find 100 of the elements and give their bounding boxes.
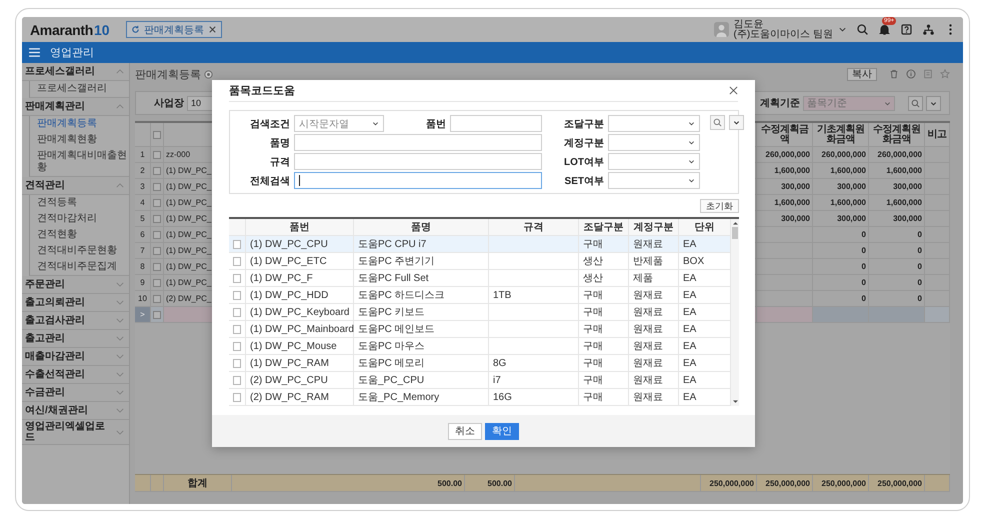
checkbox[interactable] <box>233 256 241 266</box>
avatar-icon[interactable] <box>714 22 729 37</box>
chevron-up-icon <box>116 104 124 109</box>
select-field[interactable] <box>608 115 700 132</box>
checkbox[interactable] <box>233 392 241 402</box>
checkbox[interactable] <box>233 240 241 248</box>
select-field[interactable] <box>608 172 700 189</box>
table-row[interactable]: (1) DW_PC_F 도움PC Full Set 생산 제품 EA <box>229 270 731 287</box>
arrow-up-icon[interactable] <box>732 221 738 225</box>
organization-icon[interactable] <box>922 23 935 36</box>
menu-item[interactable]: 판매계획등록 <box>30 116 129 132</box>
table-row[interactable]: (1) DW_PC_Mouse 도움PC 마우스 구매 원재료 EA <box>229 338 731 355</box>
checkbox[interactable] <box>233 342 241 350</box>
checkbox[interactable] <box>233 308 241 316</box>
checkbox[interactable] <box>153 294 161 302</box>
bell-icon[interactable] <box>878 23 891 36</box>
arrow-down-icon[interactable] <box>732 400 738 404</box>
menu-item[interactable]: 판매계획현황 <box>30 132 129 148</box>
table-cell: (1) DW_PC_CPU <box>246 236 354 253</box>
search-button[interactable] <box>908 96 923 110</box>
menu-group[interactable]: 수출선적관리 <box>22 366 129 384</box>
page-tab[interactable]: 판매계획등록 <box>126 21 222 38</box>
checkbox[interactable] <box>153 150 161 158</box>
table-row[interactable]: (1) DW_PC_CPU 도움PC CPU i7 구매 원재료 EA <box>229 236 731 253</box>
checkbox[interactable] <box>233 290 241 300</box>
dropdown-button[interactable] <box>729 115 744 130</box>
table-row[interactable]: (1) DW_PC_RAM 도움PC 메모리 8G 구매 원재료 EA <box>229 355 731 372</box>
row-number: 6 <box>135 227 151 243</box>
caret-icon <box>930 100 937 106</box>
close-icon[interactable] <box>208 25 217 34</box>
scroll-thumb[interactable] <box>732 227 738 239</box>
checkbox[interactable] <box>153 130 161 138</box>
search-icon[interactable] <box>856 23 869 36</box>
close-icon[interactable] <box>729 86 738 95</box>
input-field[interactable] <box>450 115 542 132</box>
menu-group[interactable]: 프로세스갤러리 <box>22 63 129 81</box>
checkbox[interactable] <box>153 230 161 238</box>
checkbox[interactable] <box>153 310 161 318</box>
input-field[interactable] <box>294 172 542 189</box>
info-icon[interactable] <box>906 69 916 79</box>
table-cell: 250,000,000 <box>701 475 757 492</box>
table-row[interactable]: (1) DW_PC_Keyboard 도움PC 키보드 구매 원재료 EA <box>229 304 731 321</box>
menu-group[interactable]: 판매계획관리 <box>22 98 129 116</box>
checkbox[interactable] <box>153 246 161 254</box>
trash-icon[interactable] <box>889 69 899 79</box>
menu-icon[interactable] <box>29 48 40 57</box>
checkbox[interactable] <box>153 182 161 190</box>
menu-group[interactable]: 여신/채권관리 <box>22 402 129 420</box>
document-icon[interactable] <box>923 69 933 79</box>
input-field[interactable] <box>294 153 542 170</box>
checkbox[interactable] <box>233 358 241 368</box>
copy-button[interactable]: 복사 <box>847 68 877 80</box>
menu-group[interactable]: 출고의뢰관리 <box>22 294 129 312</box>
reset-button[interactable]: 초기화 <box>700 199 739 213</box>
menu-item[interactable]: 견적등록 <box>30 195 129 211</box>
chevron-down-icon <box>116 430 124 434</box>
menu-group[interactable]: 주문관리 <box>22 276 129 294</box>
dialog-button[interactable]: 확인 <box>485 422 519 440</box>
table-row[interactable]: (2) DW_PC_RAM 도움_PC_Memory 16G 구매 원재료 EA <box>229 389 731 406</box>
checkbox[interactable] <box>153 278 161 286</box>
checkbox[interactable] <box>233 274 241 282</box>
checkbox[interactable] <box>233 376 241 384</box>
menu-item[interactable]: 견적대비주문현황 <box>30 243 129 259</box>
search-button[interactable] <box>710 115 725 130</box>
scrollbar[interactable] <box>731 219 739 406</box>
menu-group[interactable]: 매출마감관리 <box>22 348 129 366</box>
star-icon[interactable] <box>940 69 950 79</box>
chevron-down-icon[interactable] <box>838 25 847 34</box>
select-field[interactable] <box>608 153 700 170</box>
menu-item[interactable]: 프로세스갤러리 <box>30 81 129 97</box>
menu-item[interactable]: 견적마감처리 <box>30 211 129 227</box>
menu-item[interactable]: 견적대비주문집계 <box>30 259 129 275</box>
help-icon[interactable] <box>900 23 913 36</box>
select-field[interactable]: 시작문자열 <box>294 115 384 132</box>
table-row[interactable]: (1) DW_PC_HDD 도움PC 하드디스크 1TB 구매 원재료 EA <box>229 287 731 304</box>
select-field[interactable] <box>608 134 700 151</box>
table-row[interactable]: (2) DW_PC_CPU 도움_PC_CPU i7 구매 원재료 EA <box>229 372 731 389</box>
table-row[interactable]: (1) DW_PC_ETC 도움PC 주변기기 생산 반제품 BOX <box>229 253 731 270</box>
dialog-title: 품목코드도움 <box>229 84 295 98</box>
dropdown-button[interactable] <box>926 96 941 110</box>
menu-group[interactable]: 출고검사관리 <box>22 312 129 330</box>
table-cell: 도움_PC_CPU <box>354 372 489 389</box>
menu-group[interactable]: 출고관리 <box>22 330 129 348</box>
input-field[interactable] <box>294 134 542 151</box>
table-cell: 0 <box>813 227 869 243</box>
table-cell: 300,000 <box>813 179 869 195</box>
checkbox[interactable] <box>153 166 161 174</box>
table-cell <box>757 307 813 323</box>
checkbox[interactable] <box>153 198 161 206</box>
checkbox[interactable] <box>153 262 161 270</box>
menu-group[interactable]: 수금관리 <box>22 384 129 402</box>
menu-item[interactable]: 판매계획대비매출현황 <box>30 148 129 176</box>
table-row[interactable]: (1) DW_PC_Mainboard 도움PC 메인보드 구매 원재료 EA <box>229 321 731 338</box>
circle-icon[interactable] <box>204 70 213 78</box>
checkbox[interactable] <box>233 324 241 334</box>
dialog-button[interactable]: 취소 <box>448 422 482 440</box>
checkbox[interactable] <box>153 214 161 222</box>
menu-group[interactable]: 견적관리 <box>22 177 129 195</box>
menu-group[interactable]: 영업관리엑셀업로드 <box>22 420 129 445</box>
menu-item[interactable]: 견적현황 <box>30 227 129 243</box>
